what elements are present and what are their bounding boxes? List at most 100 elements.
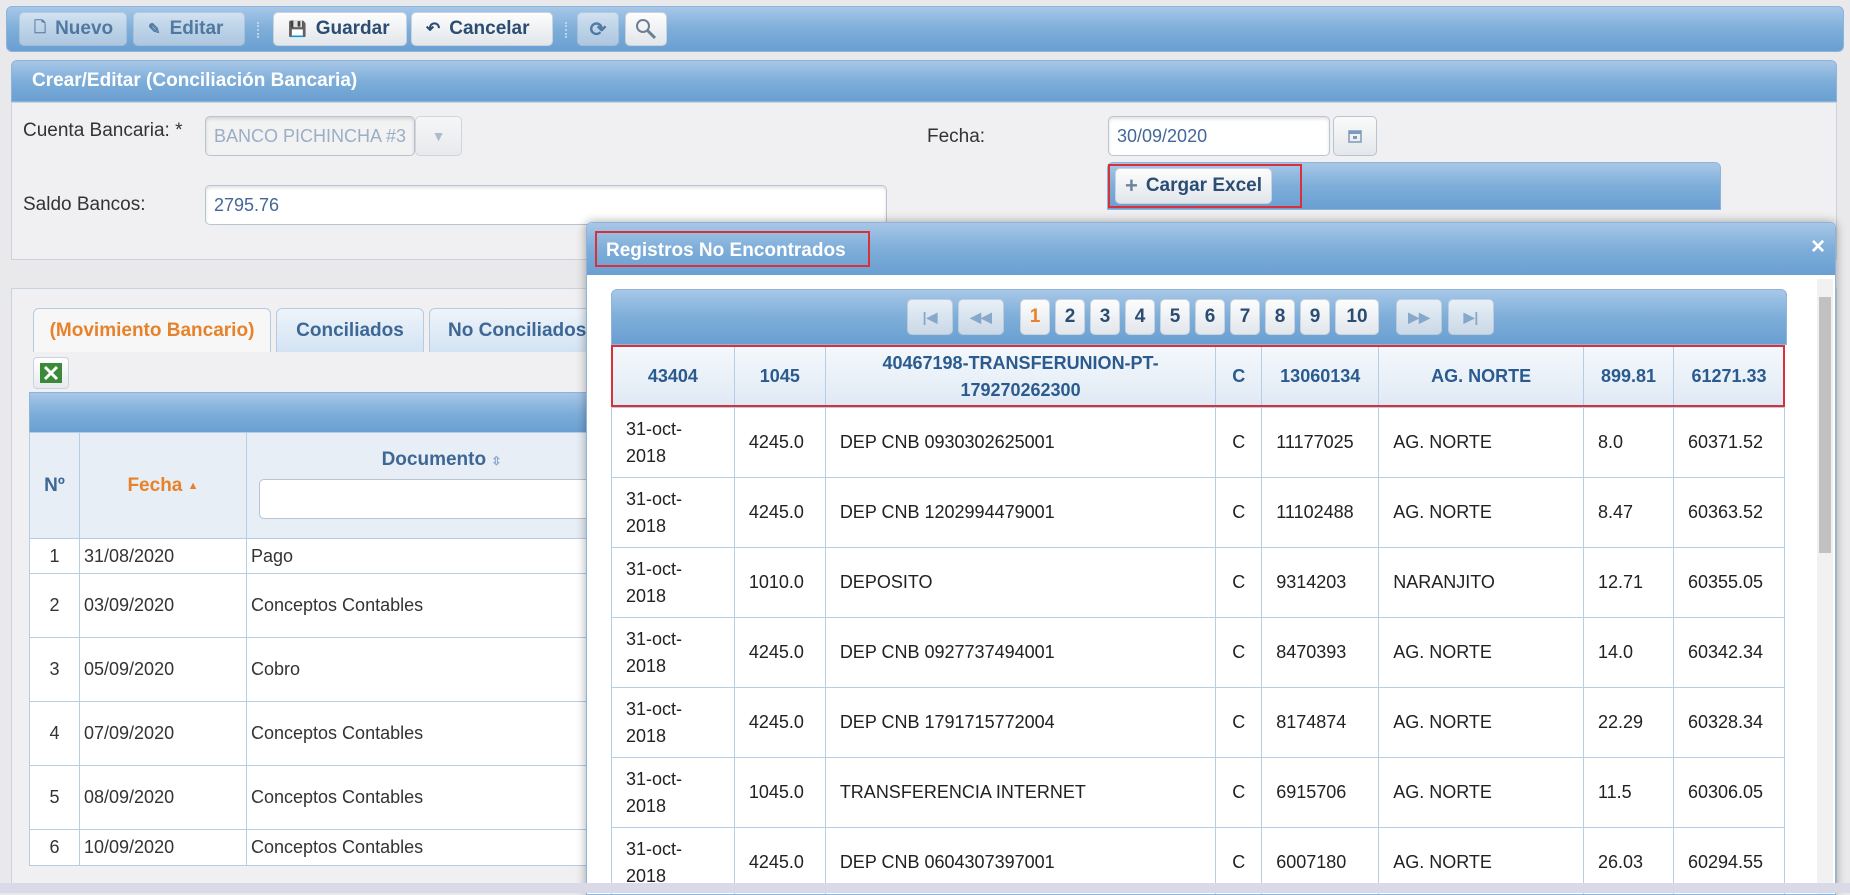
grid-header-row: Nº Fecha ▲ Documento ⇳ bbox=[30, 433, 637, 539]
cell: TRANSFERENCIA INTERNET bbox=[825, 758, 1215, 828]
toolbar-separator bbox=[565, 22, 571, 38]
cell: C bbox=[1216, 688, 1262, 758]
nuevo-label: Nuevo bbox=[55, 18, 113, 40]
cell: 40467198-TRANSFERUNION-PT-179270262300 bbox=[825, 346, 1215, 408]
panel-title: Crear/Editar (Conciliación Bancaria) bbox=[32, 70, 357, 92]
tab-conciliados[interactable]: Conciliados bbox=[276, 308, 424, 352]
cell: DEP CNB 1202994479001 bbox=[825, 478, 1215, 548]
cell: 11177025 bbox=[1262, 408, 1379, 478]
movimientos-grid: Nº Fecha ▲ Documento ⇳ 1 31/08/2020 Pago… bbox=[29, 432, 637, 866]
table-row[interactable]: 6 10/09/2020 Conceptos Contables bbox=[30, 830, 637, 866]
tab-movimiento-bancario[interactable]: (Movimiento Bancario) bbox=[33, 308, 271, 352]
table-row[interactable]: 2 03/09/2020 Conceptos Contables bbox=[30, 574, 637, 638]
sort-both-icon: ⇳ bbox=[491, 454, 501, 468]
page-button-1[interactable]: 1 bbox=[1020, 299, 1050, 335]
cell-fecha: 10/09/2020 bbox=[80, 830, 247, 866]
col-documento-label: Documento bbox=[382, 449, 487, 470]
table-row[interactable]: 1 31/08/2020 Pago bbox=[30, 539, 637, 574]
cell: AG. NORTE bbox=[1379, 758, 1584, 828]
cell: 899.81 bbox=[1584, 346, 1674, 408]
cell: AG. NORTE bbox=[1379, 478, 1584, 548]
cell: 11.5 bbox=[1584, 758, 1674, 828]
search-icon bbox=[634, 17, 658, 41]
tab-no-conciliados[interactable]: No Conciliados bbox=[429, 308, 599, 352]
table-row[interactable]: 31-oct-20184245.0DEP CNB 1791715772004C8… bbox=[612, 688, 1785, 758]
calendar-icon bbox=[1348, 129, 1362, 143]
cuenta-select[interactable]: BANCO PICHINCHA #3 bbox=[205, 116, 415, 156]
fecha-input[interactable]: 30/09/2020 bbox=[1108, 116, 1330, 156]
table-row[interactable]: 4 07/09/2020 Conceptos Contables bbox=[30, 702, 637, 766]
calendar-button[interactable] bbox=[1333, 116, 1377, 156]
undo-icon: ↶ bbox=[426, 19, 440, 39]
cell: 60371.52 bbox=[1673, 408, 1784, 478]
table-row[interactable]: 31-oct-20181045.0TRANSFERENCIA INTERNETC… bbox=[612, 758, 1785, 828]
page-button-10[interactable]: 10 bbox=[1335, 299, 1379, 335]
page-button-6[interactable]: 6 bbox=[1195, 299, 1225, 335]
editar-button[interactable]: ✎ Editar bbox=[133, 12, 245, 46]
col-no-header[interactable]: Nº bbox=[30, 433, 80, 539]
edit-icon: ✎ bbox=[148, 20, 161, 38]
cell: 13060134 bbox=[1262, 346, 1379, 408]
search-button[interactable] bbox=[625, 12, 667, 46]
scroll-thumb[interactable] bbox=[1819, 297, 1831, 553]
cell: 6915706 bbox=[1262, 758, 1379, 828]
page-button-5[interactable]: 5 bbox=[1160, 299, 1190, 335]
first-page-icon: |◀ bbox=[923, 309, 938, 326]
cell: 31-oct-2018 bbox=[612, 688, 735, 758]
documento-filter-input[interactable] bbox=[259, 479, 632, 519]
page-button-7[interactable]: 7 bbox=[1230, 299, 1260, 335]
cell: AG. NORTE bbox=[1379, 618, 1584, 688]
tab-label: No Conciliados bbox=[448, 320, 586, 342]
table-row[interactable]: 31-oct-20184245.0DEP CNB 1202994479001C1… bbox=[612, 478, 1785, 548]
export-excel-button[interactable] bbox=[33, 357, 69, 389]
cancelar-button[interactable]: ↶ Cancelar bbox=[411, 12, 553, 46]
highlighted-row[interactable]: 43404 1045 40467198-TRANSFERUNION-PT-179… bbox=[612, 346, 1785, 408]
table-row[interactable]: 3 05/09/2020 Cobro bbox=[30, 638, 637, 702]
next-page-button[interactable]: ▶▶ bbox=[1396, 299, 1442, 335]
page-button-4[interactable]: 4 bbox=[1125, 299, 1155, 335]
cuenta-dropdown-button[interactable]: ▼ bbox=[415, 116, 462, 156]
cargar-excel-label: Cargar Excel bbox=[1146, 175, 1262, 197]
cell: 22.29 bbox=[1584, 688, 1674, 758]
cell: 4245.0 bbox=[734, 478, 825, 548]
cell-documento: Conceptos Contables bbox=[247, 766, 637, 830]
col-fecha-header[interactable]: Fecha ▲ bbox=[80, 433, 247, 539]
cell: AG. NORTE bbox=[1379, 688, 1584, 758]
dialog-scrollbar[interactable] bbox=[1817, 279, 1833, 894]
first-page-button[interactable]: |◀ bbox=[907, 299, 953, 335]
table-row[interactable]: 31-oct-20184245.0DEP CNB 0927737494001C8… bbox=[612, 618, 1785, 688]
refresh-button[interactable]: ⟳ bbox=[577, 12, 619, 46]
cell-fecha: 31/08/2020 bbox=[80, 539, 247, 574]
cargar-excel-button[interactable]: + Cargar Excel bbox=[1115, 168, 1272, 204]
dialog-header[interactable]: Registros No Encontrados × bbox=[587, 223, 1835, 275]
page-button-9[interactable]: 9 bbox=[1300, 299, 1330, 335]
cell-no: 4 bbox=[30, 702, 80, 766]
prev-page-button[interactable]: ◀◀ bbox=[958, 299, 1004, 335]
table-row[interactable]: 5 08/09/2020 Conceptos Contables bbox=[30, 766, 637, 830]
sort-asc-icon: ▲ bbox=[188, 479, 199, 491]
cell: 8470393 bbox=[1262, 618, 1379, 688]
cell: NARANJITO bbox=[1379, 548, 1584, 618]
col-no-label: Nº bbox=[44, 475, 65, 496]
cell: 60363.52 bbox=[1673, 478, 1784, 548]
cell: 60306.05 bbox=[1673, 758, 1784, 828]
guardar-button[interactable]: 💾 Guardar bbox=[273, 12, 407, 46]
page-button-2[interactable]: 2 bbox=[1055, 299, 1085, 335]
cell-fecha: 05/09/2020 bbox=[80, 638, 247, 702]
col-documento-header[interactable]: Documento ⇳ bbox=[247, 433, 637, 539]
page-button-3[interactable]: 3 bbox=[1090, 299, 1120, 335]
cell: 8174874 bbox=[1262, 688, 1379, 758]
nuevo-button[interactable]: 🗋 Nuevo bbox=[19, 12, 127, 46]
last-page-button[interactable]: ▶| bbox=[1448, 299, 1494, 335]
cell: 61271.33 bbox=[1673, 346, 1784, 408]
col-fecha-label: Fecha bbox=[127, 475, 182, 496]
close-icon[interactable]: × bbox=[1811, 233, 1825, 261]
page-button-8[interactable]: 8 bbox=[1265, 299, 1295, 335]
next-page-icon: ▶▶ bbox=[1408, 309, 1430, 326]
cell-documento: Conceptos Contables bbox=[247, 702, 637, 766]
cell: DEP CNB 0930302625001 bbox=[825, 408, 1215, 478]
saldo-input[interactable]: 2795.76 bbox=[205, 185, 887, 225]
table-row[interactable]: 31-oct-20184245.0DEP CNB 0930302625001C1… bbox=[612, 408, 1785, 478]
cell-documento: Pago bbox=[247, 539, 637, 574]
table-row[interactable]: 31-oct-20181010.0DEPOSITOC9314203NARANJI… bbox=[612, 548, 1785, 618]
